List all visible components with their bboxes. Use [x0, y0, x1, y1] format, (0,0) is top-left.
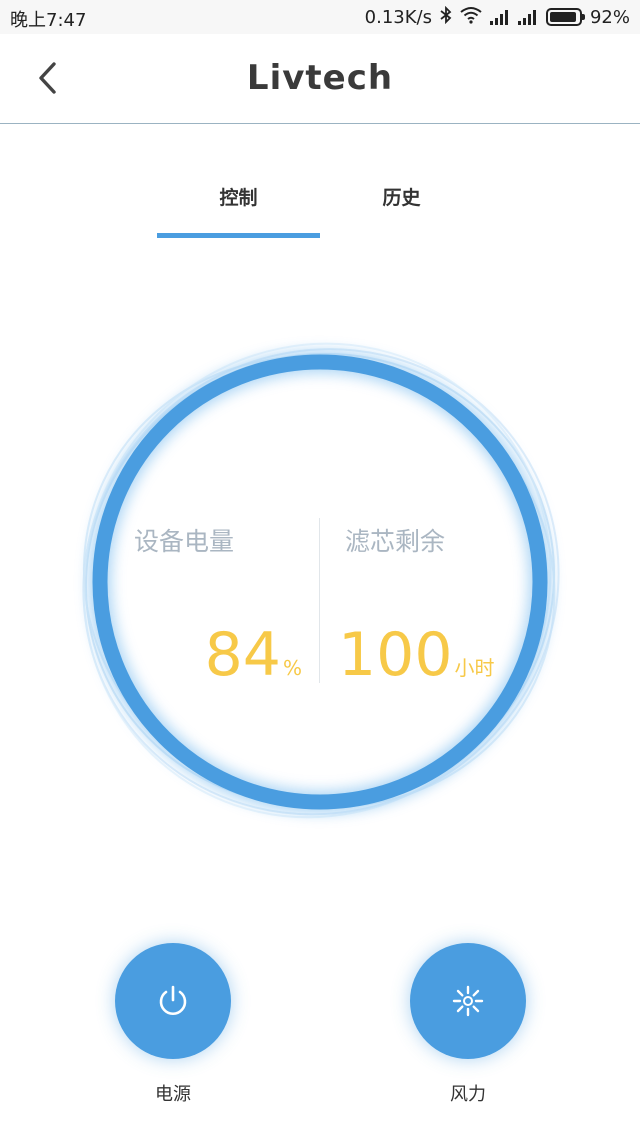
- battery-value: 84%: [205, 620, 302, 690]
- app-header: Livtech: [0, 34, 640, 124]
- status-time: 晚上7:47: [10, 10, 87, 31]
- wifi-icon: [460, 6, 482, 29]
- brand-logo: Livtech: [246, 58, 394, 98]
- signal-icon-2: [517, 9, 538, 25]
- filter-value: 100 小时: [338, 620, 495, 690]
- status-bar: 晚上7:47 0.13K/s 92%: [0, 0, 640, 34]
- battery-unit: %: [282, 656, 302, 680]
- battery-fill: [549, 12, 576, 22]
- battery-percent: 92%: [589, 6, 630, 28]
- bluetooth-icon: [440, 5, 452, 29]
- wind-label: 风力: [450, 1084, 486, 1105]
- network-speed: 0.13K/s: [364, 6, 432, 28]
- filter-number: 100: [338, 620, 453, 690]
- fan-icon: [452, 985, 484, 1017]
- gauge-divider: [319, 518, 320, 683]
- battery-label: 设备电量: [134, 527, 235, 556]
- power-button[interactable]: [115, 943, 231, 1059]
- active-tab-indicator: [157, 233, 320, 238]
- tab-control[interactable]: 控制: [157, 178, 320, 238]
- tab-history[interactable]: 历史: [320, 178, 483, 238]
- filter-label: 滤芯剩余: [345, 527, 446, 556]
- power-icon: [159, 985, 187, 1015]
- gauge-ring: [82, 342, 560, 819]
- battery-icon: [545, 8, 585, 26]
- status-icons: 0.13K/s 92%: [364, 5, 630, 29]
- tab-bar: 控制 历史: [157, 178, 483, 238]
- signal-icon: [489, 9, 510, 25]
- wind-button[interactable]: [410, 943, 526, 1059]
- battery-number: 84: [204, 620, 281, 690]
- filter-unit: 小时: [454, 656, 495, 680]
- power-label: 电源: [155, 1084, 191, 1105]
- status-gauge: 设备电量 滤芯剩余 84% 100 小时: [70, 330, 570, 830]
